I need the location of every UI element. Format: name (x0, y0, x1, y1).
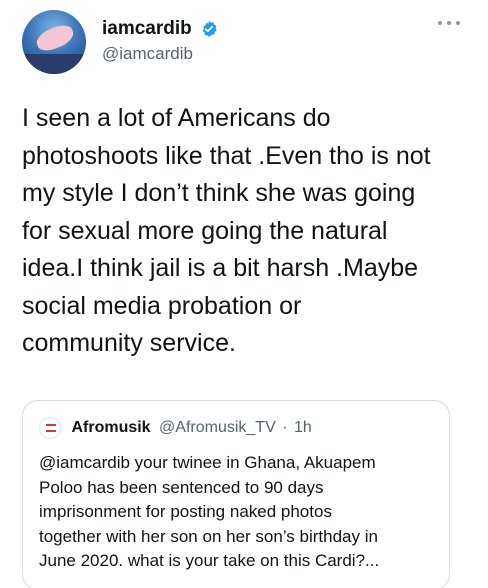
quoted-tweet[interactable]: Afromusik @Afromusik_TV · 1h @iamcardib … (22, 400, 450, 588)
avatar-figure (33, 22, 77, 54)
quoted-avatar-icon (39, 417, 61, 439)
author-info[interactable]: iamcardib @iamcardib (102, 18, 218, 64)
author-display-name[interactable]: iamcardib (102, 18, 192, 40)
more-options-icon[interactable] (438, 18, 460, 28)
tweet-text: I seen a lot of Americans do photoshoots… (22, 104, 431, 357)
avatar[interactable] (22, 10, 86, 74)
tweet-header: iamcardib @iamcardib (22, 10, 466, 80)
quoted-tweet-text: @iamcardib your twinee in Ghana, Akuapem… (39, 453, 380, 570)
quoted-display-name: Afromusik (71, 419, 151, 436)
quoted-handle: @Afromusik_TV (159, 419, 276, 436)
verified-badge-icon (202, 21, 217, 37)
quoted-timestamp: 1h (293, 419, 312, 436)
avatar-background (22, 54, 86, 74)
author-handle[interactable]: @iamcardib (102, 44, 218, 64)
quoted-tweet-header: Afromusik @Afromusik_TV · 1h (39, 417, 312, 439)
quoted-separator: · (282, 419, 288, 436)
tweet-card: iamcardib @iamcardib I seen a lot of Ame… (0, 0, 488, 588)
